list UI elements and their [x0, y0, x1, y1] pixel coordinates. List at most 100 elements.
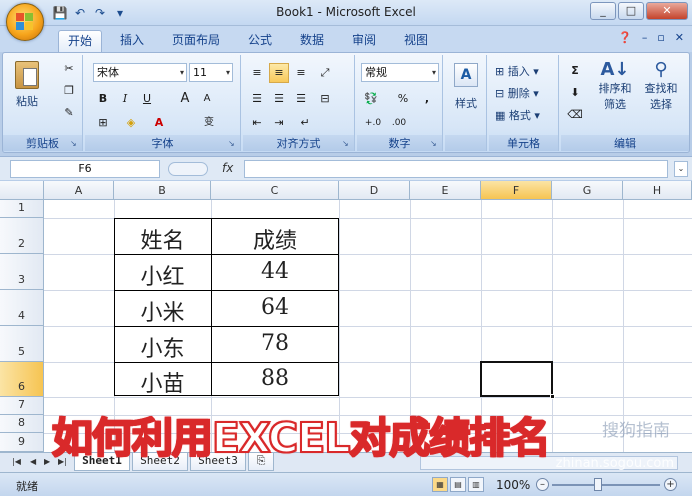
column-header-b[interactable]: B — [114, 181, 211, 200]
tab-home[interactable]: 开始 — [58, 30, 102, 52]
format-cells-button[interactable]: ▦ 格式 ▾ — [495, 107, 555, 123]
increase-decimal-button[interactable]: +.0 — [361, 113, 385, 133]
align-middle-icon[interactable]: ≡ — [269, 63, 289, 83]
bold-button[interactable]: B — [93, 89, 113, 109]
merge-center-icon[interactable]: ⊟ — [315, 89, 335, 109]
insert-cells-button[interactable]: ⊞ 插入 ▾ — [495, 63, 555, 79]
score-cell[interactable]: 44 — [211, 259, 339, 284]
maximize-button[interactable]: □ — [618, 2, 644, 20]
row-header-9[interactable]: 9 — [0, 433, 44, 452]
column-header-e[interactable]: E — [410, 181, 481, 200]
font-launcher-icon[interactable]: ↘ — [228, 139, 238, 149]
italic-button[interactable]: I — [115, 89, 135, 109]
align-left-icon[interactable]: ☰ — [247, 89, 267, 109]
expand-formula-bar-icon[interactable]: ⌄ — [674, 161, 688, 177]
name-cell[interactable]: 小东 — [114, 331, 211, 363]
minimize-button[interactable]: _ — [590, 2, 616, 20]
number-launcher-icon[interactable]: ↘ — [430, 139, 440, 149]
tab-formulas[interactable]: 公式 — [240, 30, 280, 52]
delete-cells-button[interactable]: ⊟ 删除 ▾ — [495, 85, 555, 101]
currency-icon[interactable]: 💱 — [361, 89, 381, 109]
row-header-3[interactable]: 3 — [0, 254, 44, 290]
zoom-out-icon[interactable]: – — [536, 478, 549, 491]
grow-font-button[interactable]: A — [175, 89, 195, 109]
tab-review[interactable]: 审阅 — [344, 30, 384, 52]
increase-indent-icon[interactable]: ⇥ — [269, 113, 289, 133]
column-header-a[interactable]: A — [44, 181, 114, 200]
font-size-select[interactable]: 11 ▾ — [189, 63, 233, 82]
first-sheet-icon[interactable]: |◀ — [12, 457, 21, 466]
prev-sheet-icon[interactable]: ◀ — [30, 457, 36, 466]
autosum-icon[interactable]: Σ — [565, 61, 585, 81]
clipboard-launcher-icon[interactable]: ↘ — [70, 139, 80, 149]
fill-color-icon[interactable]: ◈ — [121, 113, 141, 133]
row-header-6[interactable]: 6 — [0, 362, 44, 397]
zoom-level[interactable]: 100% — [496, 478, 530, 492]
font-name-select[interactable]: 宋体 ▾ — [93, 63, 187, 82]
align-bottom-icon[interactable]: ≡ — [291, 63, 311, 83]
fill-icon[interactable]: ⬇ — [565, 83, 585, 103]
close-button[interactable]: ✕ — [646, 2, 688, 20]
copy-icon[interactable]: ❐ — [59, 81, 79, 101]
font-color-icon[interactable]: A — [149, 113, 169, 133]
underline-button[interactable]: U — [137, 89, 157, 109]
zoom-slider[interactable] — [552, 484, 660, 486]
find-select-button[interactable]: ⚲ 查找和 选择 — [639, 59, 683, 112]
format-painter-icon[interactable]: ✎ — [59, 103, 79, 123]
align-center-icon[interactable]: ☰ — [269, 89, 289, 109]
zoom-slider-handle[interactable] — [594, 478, 602, 491]
sort-filter-button[interactable]: A↓ 排序和 筛选 — [593, 59, 637, 112]
score-cell[interactable]: 64 — [211, 295, 339, 320]
name-box[interactable]: F6 — [10, 160, 160, 178]
column-header-c[interactable]: C — [211, 181, 339, 200]
ribbon-minimize-icon[interactable]: – — [642, 31, 648, 44]
next-sheet-icon[interactable]: ▶ — [44, 457, 50, 466]
restore-icon[interactable]: ▫ — [657, 31, 664, 44]
tab-insert[interactable]: 插入 — [112, 30, 152, 52]
comma-button[interactable]: , — [417, 89, 437, 109]
shrink-font-button[interactable]: A — [197, 89, 217, 109]
wrap-text-icon[interactable]: ↵ — [295, 113, 315, 133]
formula-input[interactable] — [244, 160, 668, 178]
clear-icon[interactable]: ⌫ — [565, 105, 585, 125]
score-cell[interactable]: 88 — [211, 366, 339, 391]
select-all-corner[interactable] — [0, 181, 44, 200]
tab-data[interactable]: 数据 — [292, 30, 332, 52]
close-workbook-icon[interactable]: ✕ — [675, 31, 684, 44]
alignment-launcher-icon[interactable]: ↘ — [342, 139, 352, 149]
help-icon[interactable]: ❓ — [618, 31, 632, 44]
cut-icon[interactable]: ✂ — [59, 59, 79, 79]
row-header-1[interactable]: 1 — [0, 200, 44, 218]
styles-button[interactable]: A 样式 — [449, 61, 483, 121]
borders-icon[interactable]: ⊞ — [93, 113, 113, 133]
office-button[interactable] — [6, 3, 44, 41]
score-cell[interactable]: 78 — [211, 331, 339, 356]
active-cell-f6[interactable] — [480, 361, 555, 399]
header-score-cell[interactable]: 成绩 — [211, 223, 339, 255]
tab-page-layout[interactable]: 页面布局 — [164, 30, 228, 52]
row-header-5[interactable]: 5 — [0, 326, 44, 362]
page-break-view-icon[interactable]: ▥ — [468, 477, 484, 492]
align-right-icon[interactable]: ☰ — [291, 89, 311, 109]
fill-handle[interactable] — [550, 394, 555, 399]
decrease-decimal-button[interactable]: .00 — [387, 113, 411, 133]
phonetic-button[interactable]: 变 — [195, 113, 223, 133]
decrease-indent-icon[interactable]: ⇤ — [247, 113, 267, 133]
name-box-dropdown-icon[interactable] — [168, 162, 208, 176]
column-header-d[interactable]: D — [339, 181, 410, 200]
orientation-icon[interactable]: ⤢ — [315, 63, 335, 83]
name-cell[interactable]: 小苗 — [114, 366, 211, 398]
row-header-2[interactable]: 2 — [0, 218, 44, 254]
row-header-7[interactable]: 7 — [0, 397, 44, 415]
number-format-select[interactable]: 常规 ▾ — [361, 63, 439, 82]
column-header-f[interactable]: F — [481, 181, 552, 200]
column-header-g[interactable]: G — [552, 181, 623, 200]
paste-button[interactable]: 粘贴 — [9, 59, 45, 117]
tab-view[interactable]: 视图 — [396, 30, 436, 52]
name-cell[interactable]: 小红 — [114, 259, 211, 291]
insert-function-icon[interactable]: fx — [222, 161, 233, 175]
name-cell[interactable]: 小米 — [114, 295, 211, 327]
page-layout-view-icon[interactable]: ▤ — [450, 477, 466, 492]
row-header-4[interactable]: 4 — [0, 290, 44, 326]
zoom-in-icon[interactable]: + — [664, 478, 677, 491]
